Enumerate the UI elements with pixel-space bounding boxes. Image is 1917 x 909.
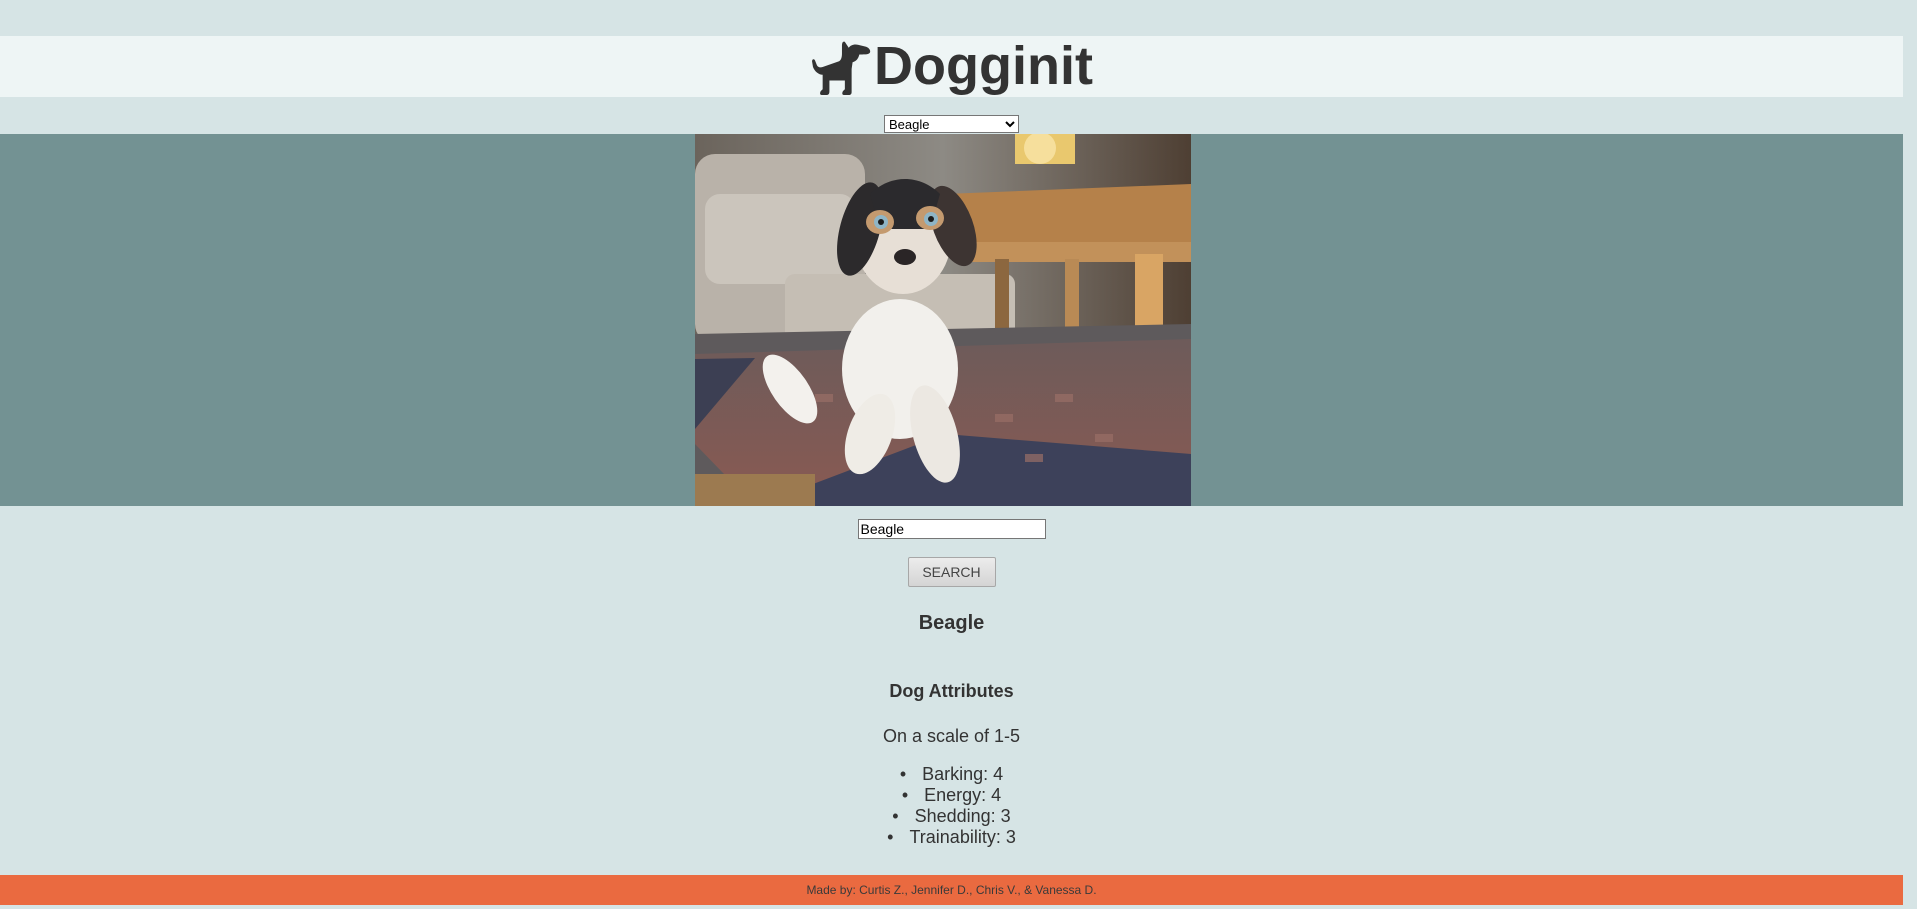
breed-dropdown[interactable]: Beagle — [884, 115, 1019, 133]
site-header: Dogginit — [0, 36, 1903, 97]
breed-select-container: Beagle — [0, 115, 1903, 134]
search-button[interactable]: SEARCH — [907, 557, 996, 587]
attribute-item-energy: Energy: 4 — [0, 785, 1903, 806]
footer-credits: Made by: Curtis Z., Jennifer D., Chris V… — [806, 883, 1097, 897]
page: Dogginit Beagle Beagle SEARCH Beagle Dog… — [0, 0, 1917, 909]
search-input-container — [0, 519, 1903, 539]
attributes-list: Barking: 4 Energy: 4 Shedding: 3 Trainab… — [0, 764, 1903, 848]
site-footer: Made by: Curtis Z., Jennifer D., Chris V… — [0, 875, 1903, 905]
search-button-container: SEARCH — [0, 557, 1903, 587]
breed-search-input[interactable] — [857, 519, 1046, 539]
breed-name-heading: Beagle — [918, 612, 985, 634]
attribute-label: Trainability: 3 — [909, 827, 1016, 847]
scale-note: On a scale of 1-5 — [882, 726, 1021, 746]
logo[interactable]: Dogginit — [0, 36, 1903, 97]
attribute-item-trainability: Trainability: 3 — [0, 827, 1903, 848]
dog-icon — [812, 41, 871, 95]
photo-banner — [0, 134, 1903, 506]
attribute-label: Shedding: 3 — [914, 806, 1011, 826]
attribute-item-shedding: Shedding: 3 — [0, 806, 1903, 827]
attribute-label: Energy: 4 — [924, 785, 1002, 805]
site-title: Dogginit — [874, 36, 1093, 96]
attributes-heading: Dog Attributes — [889, 681, 1014, 701]
photo-illustration — [695, 134, 1191, 506]
attribute-label: Barking: 4 — [922, 764, 1004, 784]
attribute-item-barking: Barking: 4 — [0, 764, 1903, 785]
beagle-puppy-photo — [695, 134, 1191, 506]
